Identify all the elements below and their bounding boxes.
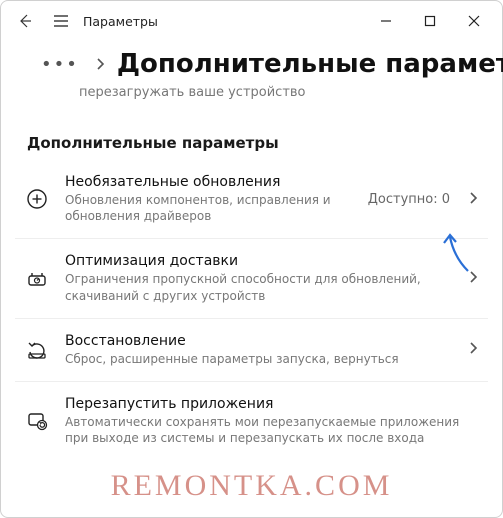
section-heading: Дополнительные параметры <box>1 100 502 160</box>
breadcrumb-chevron-icon <box>95 57 105 71</box>
item-recovery[interactable]: Восстановление Сброс, расширенные параме… <box>15 319 488 382</box>
recovery-icon <box>23 336 51 364</box>
maximize-button[interactable] <box>408 5 452 37</box>
minimize-button[interactable] <box>364 5 408 37</box>
header-row: ••• Дополнительные параметры <box>1 41 502 79</box>
close-button[interactable] <box>452 5 496 37</box>
item-delivery-optimization[interactable]: Оптимизация доставки Ограничения пропуск… <box>15 239 488 318</box>
hamburger-button[interactable] <box>43 3 79 39</box>
watermark: REMONTKA.COM <box>1 469 502 503</box>
item-title: Перезапустить приложения <box>65 396 478 412</box>
chevron-right-icon <box>468 269 478 288</box>
page-subtitle: перезагружать ваше устройство <box>1 79 502 100</box>
titlebar: Параметры <box>1 1 502 41</box>
back-arrow-icon <box>17 13 33 29</box>
items-list: Необязательные обновления Обновления ком… <box>1 160 502 460</box>
item-title: Восстановление <box>65 333 454 349</box>
item-status: Доступно: 0 <box>368 192 450 207</box>
item-body: Восстановление Сброс, расширенные параме… <box>65 333 454 367</box>
hamburger-icon <box>53 14 69 28</box>
item-body: Перезапустить приложения Автоматически с… <box>65 396 478 446</box>
restart-apps-icon <box>23 407 51 435</box>
breadcrumb-more-icon[interactable]: ••• <box>37 50 83 79</box>
close-icon <box>468 15 480 27</box>
item-title: Необязательные обновления <box>65 174 354 190</box>
settings-window: Параметры ••• <box>0 0 503 518</box>
window-controls <box>364 5 496 37</box>
back-button[interactable] <box>7 3 43 39</box>
maximize-icon <box>424 15 436 27</box>
item-body: Необязательные обновления Обновления ком… <box>65 174 354 224</box>
page-title: Дополнительные параметры <box>117 49 503 79</box>
app-title: Параметры <box>83 14 158 29</box>
chevron-right-icon <box>468 190 478 209</box>
chevron-right-icon <box>468 340 478 359</box>
item-desc: Автоматически сохранять мои перезапускае… <box>65 414 478 446</box>
speedometer-icon <box>23 265 51 293</box>
plus-circle-icon <box>23 185 51 213</box>
item-body: Оптимизация доставки Ограничения пропуск… <box>65 253 454 303</box>
item-desc: Сброс, расширенные параметры запуска, ве… <box>65 351 454 367</box>
item-desc: Ограничения пропускной способности для о… <box>65 271 454 303</box>
item-title: Оптимизация доставки <box>65 253 454 269</box>
item-restart-apps[interactable]: Перезапустить приложения Автоматически с… <box>15 382 488 460</box>
item-desc: Обновления компонентов, исправления и об… <box>65 192 354 224</box>
item-optional-updates[interactable]: Необязательные обновления Обновления ком… <box>15 160 488 239</box>
minimize-icon <box>380 15 392 27</box>
